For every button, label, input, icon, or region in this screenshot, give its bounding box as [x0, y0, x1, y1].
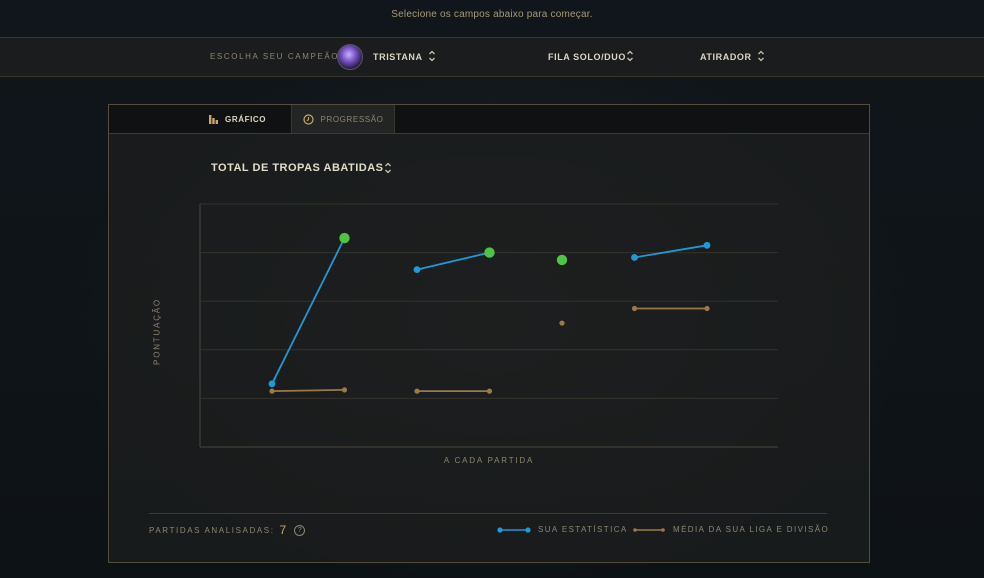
footer-divider — [149, 513, 827, 514]
average-point — [414, 388, 420, 394]
queue-chevron-icon[interactable] — [626, 49, 634, 63]
progress-chart — [199, 203, 778, 448]
average-point — [631, 305, 638, 312]
legend-average-line-icon — [633, 527, 665, 532]
matches-analyzed: PARTIDAS ANALISADAS: 7 ? — [149, 523, 306, 537]
stat-line-segment — [416, 251, 490, 271]
stat-point — [703, 241, 711, 249]
role-select-value[interactable]: ATIRADOR — [700, 52, 752, 62]
queue-select-value[interactable]: FILA SOLO/DUO — [548, 52, 626, 62]
stats-panel: GRÁFICO PROGRESSÃO TOTAL DE TROPAS ABATI… — [108, 104, 870, 563]
stat-point — [631, 254, 638, 261]
y-axis-label: PONTUAÇÃO — [152, 298, 162, 365]
stat-point-highlight — [339, 232, 350, 244]
help-icon[interactable]: ? — [294, 524, 306, 536]
legend-average-label: MÉDIA DA SUA LIGA E DIVISÃO — [673, 525, 830, 534]
average-point — [704, 305, 710, 312]
matches-analyzed-label: PARTIDAS ANALISADAS: — [149, 525, 275, 535]
legend-item-average: MÉDIA DA SUA LIGA E DIVISÃO — [632, 525, 829, 534]
legend-stat-line-icon — [497, 526, 531, 533]
average-point — [269, 388, 275, 394]
average-line-segment — [271, 388, 345, 393]
stat-point — [413, 266, 421, 274]
stat-point-highlight — [484, 247, 495, 258]
legend-item-stat: SUA ESTATÍSTICA — [497, 525, 628, 534]
instruction-text: Selecione os campos abaixo para começar. — [391, 9, 593, 20]
x-axis-label: A CADA PARTIDA — [443, 456, 535, 465]
champion-chevron-icon[interactable] — [428, 49, 436, 63]
selector-bar: ESCOLHA SEU CAMPEÃO: TRISTANA FILA SOLO/… — [0, 37, 984, 77]
champion-avatar[interactable] — [337, 44, 363, 70]
average-point — [341, 387, 348, 393]
matches-analyzed-count: 7 — [279, 523, 287, 537]
stat-point — [268, 380, 276, 388]
stat-line-segment — [271, 237, 346, 385]
champion-select-value[interactable]: TRISTANA — [373, 52, 423, 62]
average-point — [486, 388, 493, 394]
stat-point-highlight — [556, 254, 568, 266]
legend-stat-label: SUA ESTATÍSTICA — [538, 525, 628, 534]
champion-label: ESCOLHA SEU CAMPEÃO: — [210, 52, 343, 61]
average-point — [559, 320, 565, 326]
role-chevron-icon[interactable] — [757, 49, 765, 63]
stat-line-segment — [634, 244, 708, 259]
